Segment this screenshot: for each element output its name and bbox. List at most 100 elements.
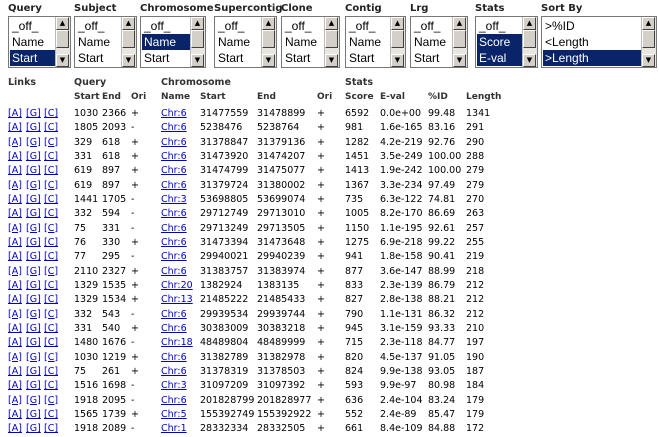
row-link-c[interactable]: [C] (44, 380, 58, 391)
scroll-thumb[interactable] (325, 30, 338, 48)
column-header-c_name[interactable]: Name (161, 92, 190, 102)
row-link-a[interactable]: [A] (8, 165, 22, 176)
scroll-up-arrow-icon[interactable]: ▲ (191, 17, 204, 30)
column-header-c_ori[interactable]: Ori (317, 92, 332, 102)
row-link-c[interactable]: [C] (44, 194, 58, 205)
row-link-g[interactable]: [G] (26, 423, 41, 434)
chromosome-link[interactable]: Chr:6 (161, 251, 187, 262)
row-link-c[interactable]: [C] (44, 237, 58, 248)
stats-option[interactable]: Score (477, 34, 522, 50)
lrg-select[interactable]: _off_ Name Start ▲ ▼ (410, 16, 468, 68)
column-header-eval[interactable]: E-val (380, 92, 405, 102)
scroll-down-arrow-icon[interactable]: ▼ (122, 54, 135, 67)
chromosome-link[interactable]: Chr:1 (161, 423, 187, 434)
row-link-c[interactable]: [C] (44, 309, 58, 320)
sortby-scrollbar[interactable]: ▲ ▼ (641, 17, 656, 67)
subject-scrollbar[interactable]: ▲ ▼ (121, 17, 136, 67)
scroll-thumb[interactable] (523, 30, 536, 48)
scroll-thumb[interactable] (453, 30, 466, 48)
chromosome-option[interactable]: _off_ (142, 18, 190, 34)
subject-option[interactable]: _off_ (76, 18, 121, 34)
chromosome-link[interactable]: Chr:6 (161, 165, 187, 176)
column-header-c_start[interactable]: Start (200, 92, 226, 102)
row-link-a[interactable]: [A] (8, 194, 22, 205)
chromosome-link[interactable]: Chr:18 (161, 337, 193, 348)
row-link-g[interactable]: [G] (26, 309, 41, 320)
supercontig-option[interactable]: Start (216, 50, 261, 66)
contig-option[interactable]: _off_ (347, 18, 390, 34)
row-link-g[interactable]: [G] (26, 208, 41, 219)
scroll-down-arrow-icon[interactable]: ▼ (642, 54, 655, 67)
chromosome-link[interactable]: Chr:6 (161, 352, 187, 363)
query-option[interactable]: Name (10, 34, 55, 50)
row-link-c[interactable]: [C] (44, 323, 58, 334)
row-link-a[interactable]: [A] (8, 323, 22, 334)
row-link-g[interactable]: [G] (26, 165, 41, 176)
scroll-up-arrow-icon[interactable]: ▲ (56, 17, 69, 30)
chromosome-link[interactable]: Chr:6 (161, 223, 187, 234)
row-link-a[interactable]: [A] (8, 309, 22, 320)
chromosome-link[interactable]: Chr:6 (161, 366, 187, 377)
scroll-up-arrow-icon[interactable]: ▲ (642, 17, 655, 30)
query-select[interactable]: _off_ Name Start ▲ ▼ (8, 16, 71, 68)
chromosome-option[interactable]: Start (142, 50, 190, 66)
chromosome-link[interactable]: Chr:6 (161, 151, 187, 162)
row-link-g[interactable]: [G] (26, 266, 41, 277)
chromosome-link[interactable]: Chr:6 (161, 395, 187, 406)
scroll-up-arrow-icon[interactable]: ▲ (453, 17, 466, 30)
row-link-c[interactable]: [C] (44, 251, 58, 262)
column-header-score[interactable]: Score (345, 92, 374, 102)
row-link-a[interactable]: [A] (8, 294, 22, 305)
row-link-g[interactable]: [G] (26, 194, 41, 205)
scroll-thumb[interactable] (262, 30, 275, 48)
chromosome-link[interactable]: Chr:6 (161, 237, 187, 248)
chromosome-link[interactable]: Chr:6 (161, 208, 187, 219)
scroll-up-arrow-icon[interactable]: ▲ (325, 17, 338, 30)
row-link-g[interactable]: [G] (26, 366, 41, 377)
row-link-c[interactable]: [C] (44, 395, 58, 406)
chromosome-link[interactable]: Chr:3 (161, 380, 187, 391)
row-link-g[interactable]: [G] (26, 380, 41, 391)
row-link-c[interactable]: [C] (44, 337, 58, 348)
row-link-c[interactable]: [C] (44, 352, 58, 363)
scroll-down-arrow-icon[interactable]: ▼ (262, 54, 275, 67)
subject-select[interactable]: _off_ Name Start ▲ ▼ (74, 16, 137, 68)
lrg-scrollbar[interactable]: ▲ ▼ (452, 17, 467, 67)
row-link-g[interactable]: [G] (26, 323, 41, 334)
row-link-c[interactable]: [C] (44, 223, 58, 234)
row-link-a[interactable]: [A] (8, 366, 22, 377)
subject-option[interactable]: Start (76, 50, 121, 66)
row-link-a[interactable]: [A] (8, 280, 22, 291)
stats-option[interactable]: _off_ (477, 18, 522, 34)
chromosome-link[interactable]: Chr:6 (161, 266, 187, 277)
row-link-a[interactable]: [A] (8, 122, 22, 133)
scroll-down-arrow-icon[interactable]: ▼ (453, 54, 466, 67)
row-link-c[interactable]: [C] (44, 208, 58, 219)
row-link-c[interactable]: [C] (44, 409, 58, 420)
scroll-down-arrow-icon[interactable]: ▼ (523, 54, 536, 67)
subject-option[interactable]: Name (76, 34, 121, 50)
query-option[interactable]: Start (10, 50, 55, 66)
sortby-option[interactable]: <Length (543, 34, 641, 50)
row-link-a[interactable]: [A] (8, 108, 22, 119)
scroll-up-arrow-icon[interactable]: ▲ (391, 17, 404, 30)
row-link-c[interactable]: [C] (44, 137, 58, 148)
row-link-a[interactable]: [A] (8, 151, 22, 162)
row-link-a[interactable]: [A] (8, 409, 22, 420)
column-header-q_ori[interactable]: Ori (131, 92, 146, 102)
scroll-up-arrow-icon[interactable]: ▲ (523, 17, 536, 30)
query-option[interactable]: _off_ (10, 18, 55, 34)
chromosome-link[interactable]: Chr:6 (161, 122, 187, 133)
stats-select[interactable]: _off_ Score E-val ▲ ▼ (475, 16, 538, 68)
scroll-thumb[interactable] (391, 30, 404, 48)
contig-scrollbar[interactable]: ▲ ▼ (390, 17, 405, 67)
row-link-a[interactable]: [A] (8, 180, 22, 191)
chromosome-scrollbar[interactable]: ▲ ▼ (190, 17, 205, 67)
row-link-g[interactable]: [G] (26, 122, 41, 133)
scroll-down-arrow-icon[interactable]: ▼ (56, 54, 69, 67)
row-link-g[interactable]: [G] (26, 251, 41, 262)
supercontig-option[interactable]: _off_ (216, 18, 261, 34)
row-link-a[interactable]: [A] (8, 380, 22, 391)
column-header-length[interactable]: Length (466, 92, 501, 102)
column-header-q_end[interactable]: End (102, 92, 121, 102)
